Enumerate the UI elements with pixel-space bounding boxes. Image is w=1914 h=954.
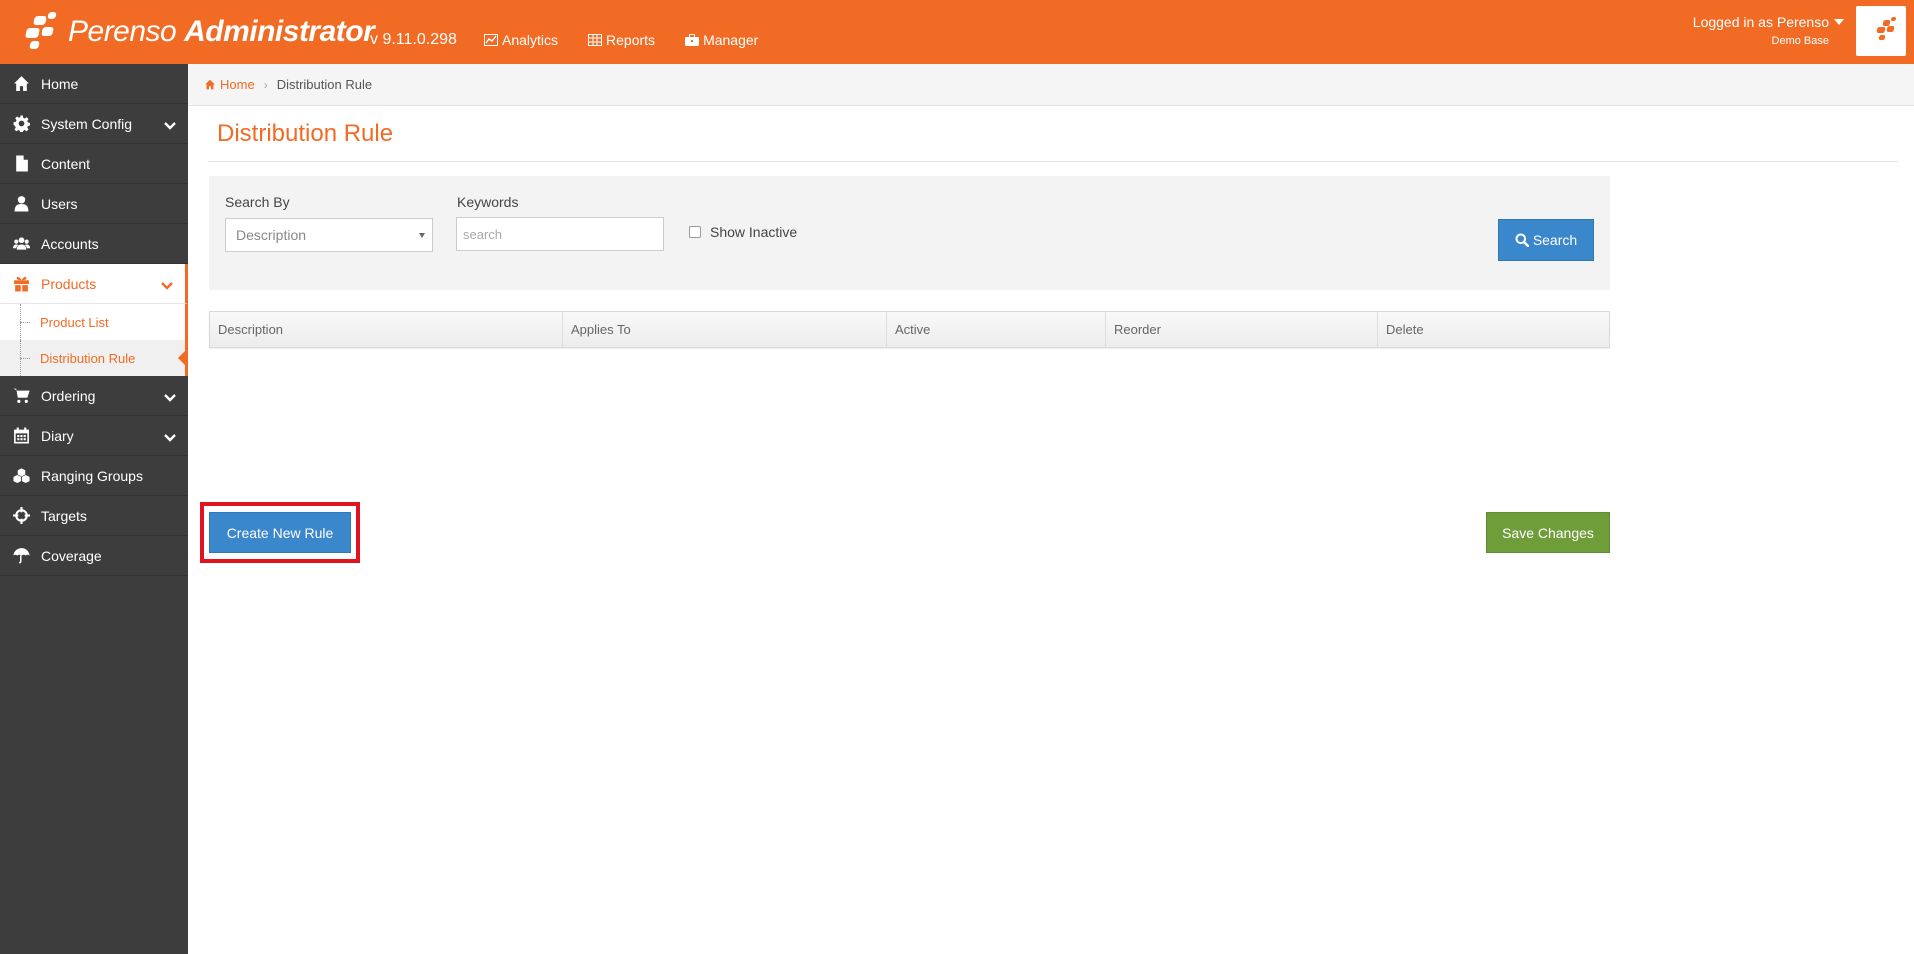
sidebar-item-products[interactable]: Products xyxy=(0,264,188,304)
column-header-delete[interactable]: Delete xyxy=(1378,312,1609,347)
chevron-down-icon xyxy=(164,122,176,130)
sidebar-item-label: Products xyxy=(41,275,97,292)
sidebar-item-users[interactable]: Users xyxy=(0,184,188,224)
cart-icon xyxy=(13,388,29,403)
chevron-down-icon xyxy=(164,394,176,402)
keywords-label: Keywords xyxy=(457,194,519,210)
sidebar-item-label: Content xyxy=(41,155,91,172)
search-button[interactable]: Search xyxy=(1498,219,1594,261)
perenso-logo-icon xyxy=(24,12,64,52)
sidebar-item-label: Ordering xyxy=(41,387,96,404)
user-menu[interactable]: Logged in as Perenso Demo Base xyxy=(1693,14,1844,47)
column-header-reorder[interactable]: Reorder xyxy=(1106,312,1378,347)
sidebar-item-label: System Config xyxy=(41,115,133,132)
sidebar-item-diary[interactable]: Diary xyxy=(0,416,188,456)
sidebar-item-ranging-groups[interactable]: Ranging Groups xyxy=(0,456,188,496)
version-label: v 9.11.0.298 xyxy=(370,31,457,48)
sidebar: Home System Config Content Users Account… xyxy=(0,64,188,954)
nav-analytics-label: Analytics xyxy=(502,32,559,48)
show-inactive-label: Show Inactive xyxy=(710,224,798,240)
calendar-icon xyxy=(13,427,29,444)
sidebar-item-label: Users xyxy=(41,195,78,212)
sidebar-subitem-distribution-rule[interactable]: Distribution Rule xyxy=(0,340,188,376)
nav-analytics[interactable]: Analytics xyxy=(484,32,558,48)
sidebar-item-label: Home xyxy=(41,75,79,92)
top-bar: Perenso Administrator v 9.11.0.298 Analy… xyxy=(0,0,1914,64)
products-submenu: Product List Distribution Rule xyxy=(0,304,188,376)
gear-icon xyxy=(13,115,30,132)
select-arrow-icon xyxy=(419,233,425,238)
gift-icon xyxy=(13,276,29,292)
nav-reports[interactable]: Reports xyxy=(588,32,655,48)
column-header-active[interactable]: Active xyxy=(887,312,1106,347)
breadcrumb-home-label: Home xyxy=(220,77,255,92)
sidebar-subitem-label: Distribution Rule xyxy=(40,350,136,366)
sidebar-subitem-label: Product List xyxy=(40,314,109,330)
sidebar-item-content[interactable]: Content xyxy=(0,144,188,184)
crosshairs-icon xyxy=(12,507,30,524)
keywords-input[interactable] xyxy=(456,217,664,251)
breadcrumb: Home › Distribution Rule xyxy=(188,64,1914,106)
search-icon xyxy=(1515,233,1529,247)
chevron-down-icon xyxy=(164,434,176,442)
show-inactive-toggle[interactable]: Show Inactive xyxy=(689,224,797,240)
sidebar-item-label: Coverage xyxy=(41,547,102,564)
sidebar-item-home[interactable]: Home xyxy=(0,64,188,104)
search-by-select[interactable]: Description xyxy=(225,218,433,252)
top-nav: Analytics Reports Manager xyxy=(484,32,758,48)
brand-product: Administrator xyxy=(184,15,375,48)
rules-table-header: Description Applies To Active Reorder De… xyxy=(209,311,1610,348)
active-pointer xyxy=(178,348,188,368)
user-icon xyxy=(14,196,28,212)
page-title: Distribution Rule xyxy=(217,120,394,147)
create-new-rule-button[interactable]: Create New Rule xyxy=(209,512,351,553)
breadcrumb-home[interactable]: Home xyxy=(204,77,255,92)
database-name: Demo Base xyxy=(1771,35,1829,47)
caret-down-icon xyxy=(1834,19,1844,25)
search-panel: Search By Description Keywords Show Inac… xyxy=(209,176,1610,290)
sidebar-subitem-product-list[interactable]: Product List xyxy=(0,304,185,340)
table-icon xyxy=(588,34,603,46)
sidebar-item-label: Ranging Groups xyxy=(41,467,143,484)
nav-manager[interactable]: Manager xyxy=(685,32,758,48)
nav-reports-label: Reports xyxy=(606,32,656,48)
sidebar-item-label: Accounts xyxy=(41,235,99,252)
sidebar-item-system-config[interactable]: System Config xyxy=(0,104,188,144)
column-header-description[interactable]: Description xyxy=(210,312,563,347)
home-icon xyxy=(205,79,215,90)
avatar[interactable] xyxy=(1856,6,1906,56)
app-title: Perenso Administrator xyxy=(68,15,375,49)
show-inactive-checkbox[interactable] xyxy=(689,226,701,238)
brand-name: Perenso xyxy=(68,15,177,48)
brand[interactable]: Perenso Administrator xyxy=(24,10,375,54)
logged-in-label: Logged in as Perenso xyxy=(1692,14,1829,30)
sidebar-item-label: Diary xyxy=(41,427,74,444)
cubes-icon xyxy=(12,468,30,484)
sidebar-item-ordering[interactable]: Ordering xyxy=(0,376,188,416)
home-icon xyxy=(13,76,29,91)
chevron-down-icon xyxy=(161,282,173,290)
users-icon xyxy=(12,237,30,250)
breadcrumb-current: Distribution Rule xyxy=(276,77,373,92)
file-icon xyxy=(15,155,28,172)
briefcase-icon xyxy=(685,34,700,46)
sidebar-item-coverage[interactable]: Coverage xyxy=(0,536,188,576)
search-by-value: Description xyxy=(236,227,307,243)
search-button-label: Search xyxy=(1532,232,1578,248)
umbrella-icon xyxy=(13,548,29,564)
title-divider xyxy=(208,161,1898,162)
chart-icon xyxy=(484,34,498,46)
sidebar-item-targets[interactable]: Targets xyxy=(0,496,188,536)
sidebar-item-label: Targets xyxy=(41,507,87,524)
sidebar-item-accounts[interactable]: Accounts xyxy=(0,224,188,264)
save-changes-button[interactable]: Save Changes xyxy=(1486,512,1610,553)
breadcrumb-separator-icon: › xyxy=(263,77,268,92)
nav-manager-label: Manager xyxy=(703,32,759,48)
search-by-label: Search By xyxy=(225,194,290,210)
column-header-applies-to[interactable]: Applies To xyxy=(563,312,887,347)
user-line: Logged in as Perenso xyxy=(1693,14,1844,30)
